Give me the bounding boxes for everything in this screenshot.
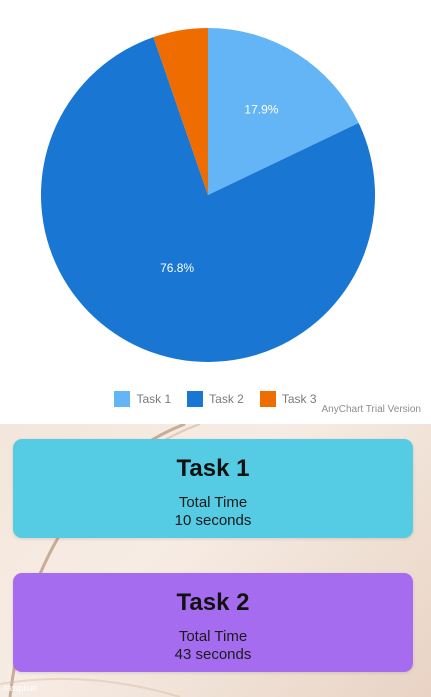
legend-swatch	[187, 391, 204, 407]
legend-label: Task 1	[136, 392, 172, 406]
card-label: Total Time	[178, 628, 248, 645]
chart-watermark: AnyChart Trial Version	[321, 404, 422, 415]
card-value: 10 seconds	[174, 512, 252, 529]
legend-swatch	[259, 391, 276, 407]
brand-watermark: rawpixel	[4, 683, 38, 693]
legend-label: Task 2	[209, 392, 244, 406]
card-title: Task 1	[176, 455, 250, 482]
legend-item-task-3[interactable]: Task 3	[259, 391, 317, 407]
legend-swatch	[114, 391, 131, 407]
pie-data-label: 17.9%	[244, 102, 278, 116]
card-title: Task 2	[176, 589, 250, 616]
pie-data-label: 76.8%	[160, 261, 194, 275]
card-label: Total Time	[178, 494, 248, 511]
legend-item-task-1[interactable]: Task 1	[114, 391, 171, 407]
chart-area: 17.9% 76.8% Task 1 Task 2 Task 3 AnyChart…	[0, 0, 431, 424]
legend-item-task-2[interactable]: Task 2	[187, 391, 244, 407]
card-value: 43 seconds	[174, 646, 252, 663]
task-card-2[interactable]: Task 2 Total Time 43 seconds	[13, 573, 413, 672]
task-card-1[interactable]: Task 1 Total Time 10 seconds	[13, 439, 413, 538]
pie-chart: 17.9% 76.8%	[41, 28, 376, 362]
legend-label: Task 3	[281, 392, 317, 406]
